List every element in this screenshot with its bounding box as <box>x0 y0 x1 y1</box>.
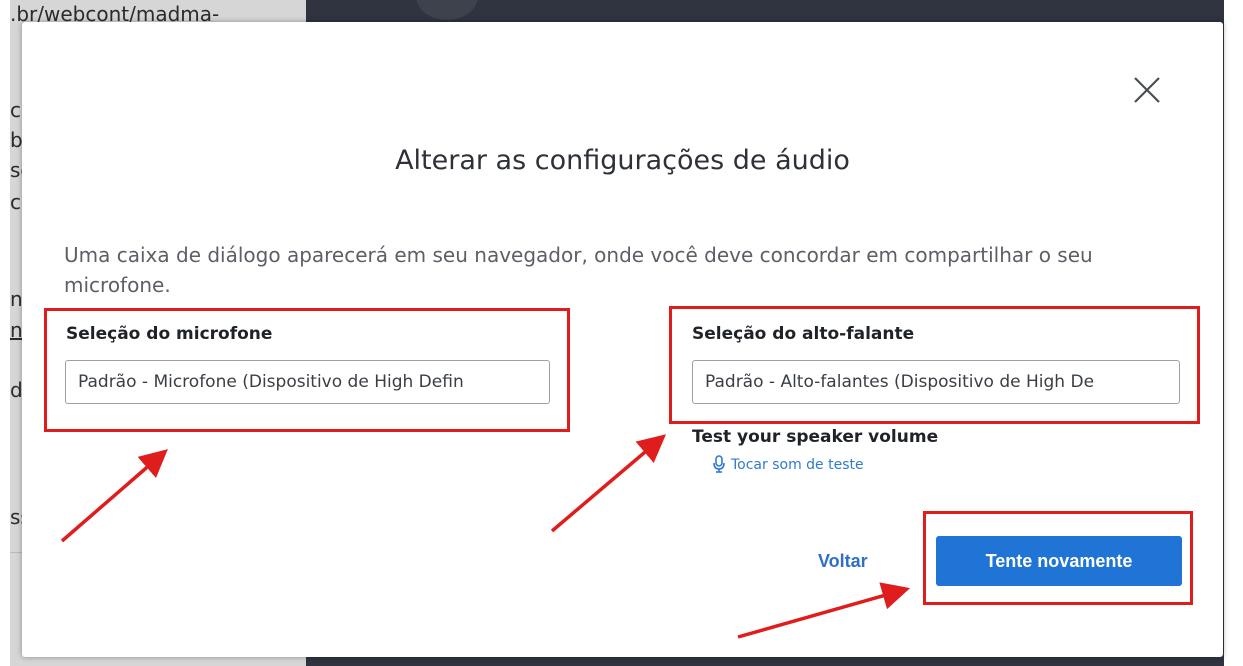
background-text-fragment: n <box>10 287 23 311</box>
dialog-title: Alterar as configurações de áudio <box>395 145 850 176</box>
microphone-icon <box>713 455 725 473</box>
right-edge <box>1224 0 1243 666</box>
close-button[interactable] <box>1124 64 1174 114</box>
background-text-fragment: d <box>10 378 23 402</box>
dialog-description: Uma caixa de diálogo aparecerá em seu na… <box>64 243 1093 297</box>
speaker-test-label: Test your speaker volume <box>692 427 939 447</box>
left-edge <box>0 0 10 666</box>
background-text-fragment: b <box>10 128 23 152</box>
back-button[interactable]: Voltar <box>818 546 868 576</box>
play-test-sound-link[interactable]: Tocar som de teste <box>713 455 864 475</box>
background-text-fragment: c <box>10 190 21 214</box>
microphone-highlight-box <box>44 308 570 432</box>
retry-highlight-box <box>923 511 1193 605</box>
speaker-highlight-box <box>669 306 1200 424</box>
close-icon <box>1134 77 1160 103</box>
play-test-sound-label: Tocar som de teste <box>731 457 864 473</box>
